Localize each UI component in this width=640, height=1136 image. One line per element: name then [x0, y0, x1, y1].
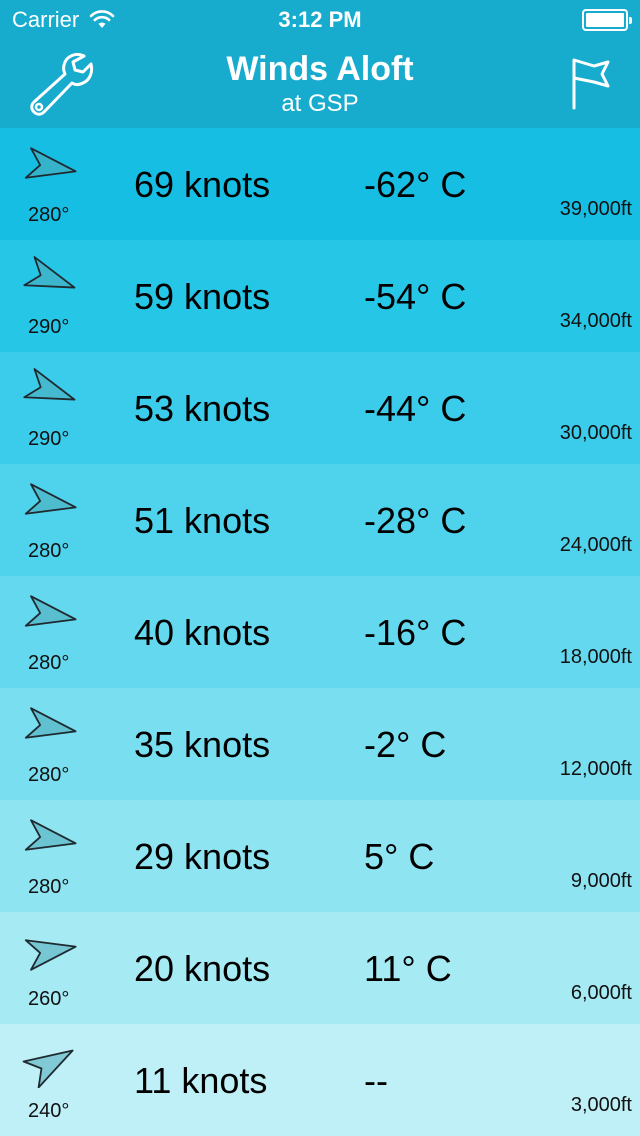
battery-icon: [582, 9, 632, 31]
temperature-label: -62° C: [364, 164, 467, 205]
wind-arrow-icon: [24, 595, 77, 627]
wind-arrow-icon: [22, 1049, 74, 1088]
temperature-label: -44° C: [364, 388, 467, 429]
wind-arrow-icon: [23, 256, 76, 289]
wind-arrow-icon: [24, 819, 77, 851]
status-bar: Carrier 3:12 PM: [0, 0, 640, 40]
temperature-label: 11° C: [364, 948, 452, 989]
altitude-label: 3,000ft: [570, 1094, 632, 1116]
wind-direction-label: 260°: [28, 988, 70, 1010]
list-item[interactable]: 260° 20 knots 11° C 6,000ft: [0, 912, 640, 1024]
status-time: 3:12 PM: [278, 7, 362, 32]
wind-speed-label: 35 knots: [134, 724, 271, 765]
wind-speed-label: 59 knots: [134, 276, 271, 317]
list-item[interactable]: 280° 35 knots -2° C 12,000ft: [0, 688, 640, 800]
list-item[interactable]: 280° 40 knots -16° C 18,000ft: [0, 576, 640, 688]
page-title: Winds Aloft: [226, 50, 414, 88]
wind-speed-label: 20 knots: [134, 948, 271, 989]
wind-speed-label: 53 knots: [134, 388, 271, 429]
battery-nub: [629, 17, 632, 24]
altitude-label: 12,000ft: [559, 758, 632, 780]
temperature-label: -16° C: [364, 612, 467, 653]
wind-direction-label: 240°: [28, 1100, 70, 1122]
wind-speed-label: 11 knots: [134, 1060, 268, 1101]
wind-direction-label: 280°: [28, 652, 70, 674]
wind-speed-label: 69 knots: [134, 164, 271, 205]
temperature-label: -28° C: [364, 500, 467, 541]
list-item[interactable]: 280° 69 knots -62° C 39,000ft: [0, 128, 640, 240]
temperature-label: -2° C: [364, 724, 447, 765]
flag-icon: [572, 58, 610, 110]
battery-fill: [586, 13, 624, 27]
list-item[interactable]: 280° 29 knots 5° C 9,000ft: [0, 800, 640, 912]
wind-arrow-icon: [24, 483, 77, 515]
temperature-label: -54° C: [364, 276, 467, 317]
wind-direction-label: 290°: [28, 316, 70, 338]
temperature-label: --: [364, 1060, 388, 1101]
wind-direction-label: 280°: [28, 876, 70, 898]
wind-speed-label: 40 knots: [134, 612, 271, 653]
wind-direction-label: 280°: [28, 540, 70, 562]
list-item[interactable]: 290° 53 knots -44° C 30,000ft: [0, 352, 640, 464]
wind-arrow-icon: [24, 147, 77, 179]
altitude-label: 39,000ft: [559, 198, 632, 220]
wind-speed-label: 51 knots: [134, 500, 271, 541]
list-item[interactable]: 240° 11 knots -- 3,000ft: [0, 1024, 640, 1136]
list-item[interactable]: 290° 59 knots -54° C 34,000ft: [0, 240, 640, 352]
altitude-label: 18,000ft: [559, 646, 632, 668]
page-subtitle: at GSP: [281, 90, 359, 117]
winds-list: 280° 69 knots -62° C 39,000ft 290° 59 knots -5…: [0, 128, 640, 1136]
nav-bar: Carrier 3:12 PM Winds Aloft at GSP: [0, 0, 640, 128]
wind-direction-label: 290°: [28, 428, 70, 450]
flag-button[interactable]: [566, 54, 614, 112]
wind-speed-label: 29 knots: [134, 836, 271, 877]
wind-direction-label: 280°: [28, 204, 70, 226]
wind-direction-label: 280°: [28, 764, 70, 786]
altitude-label: 34,000ft: [559, 310, 632, 332]
altitude-label: 24,000ft: [559, 534, 632, 556]
altitude-label: 9,000ft: [570, 870, 632, 892]
wind-arrow-icon: [24, 939, 77, 971]
wind-arrow-icon: [23, 368, 76, 401]
temperature-label: 5° C: [364, 836, 435, 877]
altitude-label: 6,000ft: [570, 982, 632, 1004]
altitude-label: 30,000ft: [559, 422, 632, 444]
list-item[interactable]: 280° 51 knots -28° C 24,000ft: [0, 464, 640, 576]
wind-arrow-icon: [24, 707, 77, 739]
